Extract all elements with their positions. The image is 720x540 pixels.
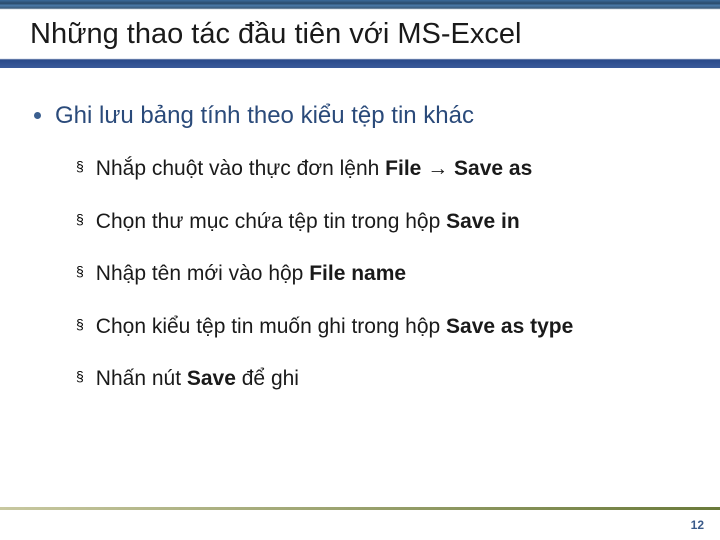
footer-divider bbox=[0, 507, 720, 510]
list-item: § Nhấn nút Save để ghi bbox=[76, 363, 690, 396]
list-item: § Nhập tên mới vào hộp File name bbox=[76, 258, 690, 291]
list-item-text: Nhấn nút Save để ghi bbox=[96, 363, 299, 396]
list-item-text: Nhập tên mới vào hộp File name bbox=[96, 258, 406, 291]
square-bullet-icon: § bbox=[76, 159, 84, 173]
square-bullet-icon: § bbox=[76, 317, 84, 331]
square-bullet-icon: § bbox=[76, 264, 84, 278]
arrow-icon: → bbox=[427, 157, 448, 180]
main-bullet-text: Ghi lưu bảng tính theo kiểu tệp tin khác bbox=[55, 100, 474, 131]
list-item-text: Nhắp chuột vào thực đơn lệnh File → Save… bbox=[96, 153, 532, 186]
list-item: § Chọn kiểu tệp tin muốn ghi trong hộp S… bbox=[76, 311, 690, 344]
list-item-text: Chọn kiểu tệp tin muốn ghi trong hộp Sav… bbox=[96, 311, 574, 344]
square-bullet-icon: § bbox=[76, 369, 84, 383]
main-bullet-row: Ghi lưu bảng tính theo kiểu tệp tin khác bbox=[34, 100, 690, 131]
content-area: Ghi lưu bảng tính theo kiểu tệp tin khác… bbox=[34, 100, 690, 416]
slide-title: Những thao tác đầu tiên với MS-Excel bbox=[30, 18, 521, 51]
list-item: § Chọn thư mục chứa tệp tin trong hộp Sa… bbox=[76, 206, 690, 239]
list-item: § Nhắp chuột vào thực đơn lệnh File → Sa… bbox=[76, 153, 690, 186]
bullet-dot-icon bbox=[34, 112, 41, 119]
title-container: Những thao tác đầu tiên với MS-Excel bbox=[30, 14, 690, 54]
page-number: 12 bbox=[691, 518, 704, 532]
sub-list: § Nhắp chuột vào thực đơn lệnh File → Sa… bbox=[76, 153, 690, 396]
list-item-text: Chọn thư mục chứa tệp tin trong hộp Save… bbox=[96, 206, 520, 239]
square-bullet-icon: § bbox=[76, 212, 84, 226]
